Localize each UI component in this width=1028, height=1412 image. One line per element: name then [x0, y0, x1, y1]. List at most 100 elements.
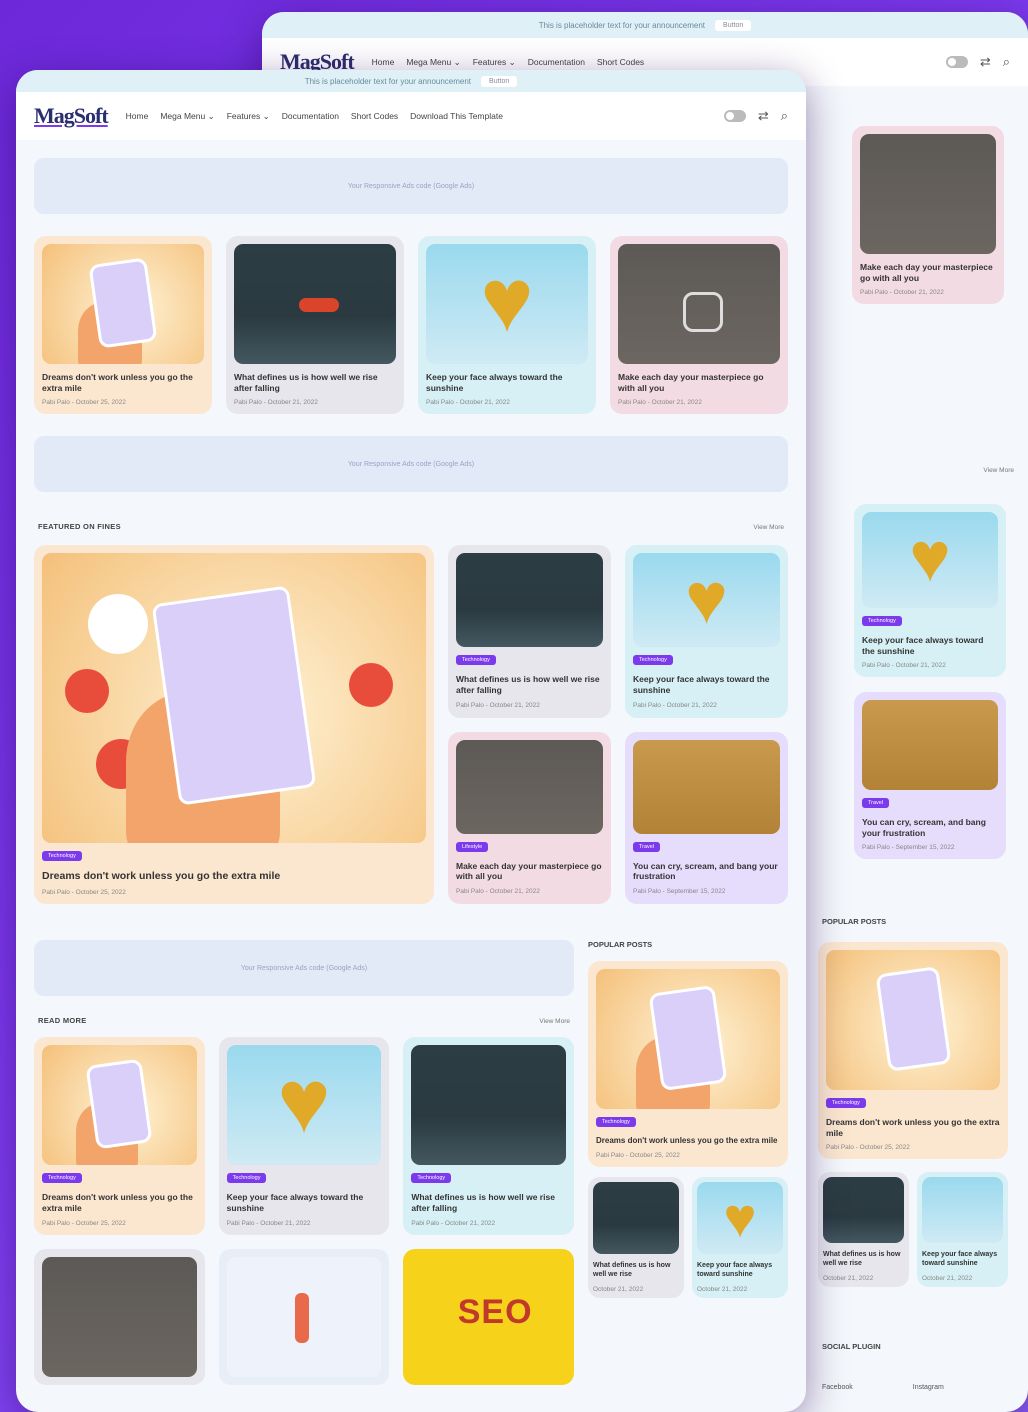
post-card[interactable]: ♥ Technology Keep your face always towar…	[218, 1037, 390, 1235]
post-card[interactable]: Technology What defines us is how well w…	[403, 1037, 574, 1235]
social-links: Facebook Instagram	[822, 1384, 944, 1391]
post-card[interactable]: SEO	[403, 1248, 574, 1385]
nav-features[interactable]: Features ⌄	[227, 111, 270, 122]
post-card[interactable]: What defines us is how well we rise afte…	[226, 236, 404, 415]
popular-mini-card[interactable]: What defines us is how well we rise Octo…	[588, 1177, 684, 1298]
post-card[interactable]: Technology Dreams don't work unless you …	[34, 1037, 205, 1235]
category-badge[interactable]: Technology	[826, 1098, 866, 1108]
category-badge[interactable]: Travel	[633, 841, 661, 852]
popular-mini-list: What defines us is how well we rise Octo…	[588, 1177, 788, 1298]
post-card[interactable]	[218, 1248, 390, 1385]
post-card[interactable]: Make each day your masterpiece go with a…	[852, 126, 1004, 305]
post-title[interactable]: Keep your face always toward the sunshin…	[862, 635, 998, 656]
post-card[interactable]: ♥ Technology Keep your face always towar…	[625, 545, 788, 718]
post-meta: Pabi Palo - October 21, 2022	[456, 888, 540, 896]
post-title[interactable]: Keep your face always toward sunshine	[697, 1262, 783, 1280]
random-icon[interactable]: ⇄	[980, 54, 991, 70]
post-card[interactable]	[34, 1248, 205, 1385]
featured-grid: Technology Dreams don't work unless you …	[34, 545, 788, 905]
post-title[interactable]: What defines us is how well we rise	[823, 1251, 904, 1269]
nav-documentation[interactable]: Documentation	[528, 57, 585, 67]
announcement-button[interactable]: Button	[715, 19, 752, 31]
post-title[interactable]: What defines us is how well we rise	[593, 1262, 679, 1280]
post-meta: Pabi Palo - October 25, 2022	[42, 1219, 126, 1227]
popular-mini-card[interactable]: What defines us is how well we rise Octo…	[818, 1172, 909, 1287]
view-more-link[interactable]: View More	[539, 1018, 570, 1025]
post-title[interactable]: Keep your face always toward the sunshin…	[426, 372, 588, 393]
featured-main-card[interactable]: Technology Dreams don't work unless you …	[34, 545, 434, 905]
category-badge[interactable]: Technology	[862, 616, 902, 626]
nav-download-template[interactable]: Download This Template	[410, 111, 503, 121]
post-title[interactable]: Make each day your masterpiece go with a…	[860, 262, 996, 283]
heart-image-icon: ♥	[685, 558, 728, 639]
nav-short-codes[interactable]: Short Codes	[351, 111, 398, 121]
view-more-link[interactable]: View More	[983, 467, 1014, 474]
post-meta: October 21, 2022	[922, 1274, 973, 1282]
post-title[interactable]: Keep your face always toward the sunshin…	[633, 674, 780, 695]
instagram-link[interactable]: Instagram	[913, 1384, 944, 1391]
post-title[interactable]: Dreams don't work unless you go the extr…	[42, 372, 204, 393]
post-title[interactable]: What defines us is how well we rise afte…	[234, 372, 396, 393]
post-title[interactable]: Dreams don't work unless you go the extr…	[42, 1192, 197, 1213]
category-badge[interactable]: Travel	[862, 798, 890, 808]
popular-post-card[interactable]: Technology Dreams don't work unless you …	[818, 942, 1008, 1160]
post-card[interactable]: ♥ Keep your face always toward the sunsh…	[418, 236, 596, 415]
nav-short-codes[interactable]: Short Codes	[597, 57, 644, 67]
nav-mega-menu[interactable]: Mega Menu ⌄	[160, 111, 214, 122]
post-thumbnail	[42, 553, 426, 844]
random-icon[interactable]: ⇄	[758, 108, 769, 124]
post-card[interactable]: Lifestyle Make each day your masterpiece…	[448, 731, 611, 905]
facebook-link[interactable]: Facebook	[822, 1384, 853, 1391]
popular-posts-heading: POPULAR POSTS	[822, 917, 887, 926]
top-post-grid: Dreams don't work unless you go the extr…	[34, 236, 788, 415]
search-icon[interactable]: ⌕	[781, 108, 788, 124]
nav-documentation[interactable]: Documentation	[282, 111, 339, 121]
view-more-link[interactable]: View More	[753, 524, 784, 531]
runner-image-icon	[298, 298, 339, 312]
announcement-button[interactable]: Button	[481, 75, 518, 87]
nav-mega-menu[interactable]: Mega Menu ⌄	[406, 57, 460, 68]
post-title[interactable]: Keep your face always toward the sunshin…	[227, 1192, 382, 1213]
post-title[interactable]: Dreams don't work unless you go the extr…	[826, 1117, 1000, 1138]
category-badge[interactable]: Technology	[42, 851, 82, 862]
category-badge[interactable]: Technology	[633, 655, 673, 666]
nav-home[interactable]: Home	[126, 111, 149, 121]
post-title[interactable]: Dreams don't work unless you go the extr…	[596, 1136, 780, 1146]
category-badge[interactable]: Technology	[226, 1173, 267, 1184]
search-icon[interactable]: ⌕	[1003, 54, 1010, 70]
nav-home[interactable]: Home	[372, 57, 395, 67]
post-card[interactable]: Travel You can cry, scream, and bang you…	[854, 692, 1006, 860]
site-logo[interactable]: MagSoft	[34, 103, 109, 129]
post-card[interactable]: Travel You can cry, scream, and bang you…	[625, 731, 788, 905]
post-title[interactable]: Make each day your masterpiece go with a…	[456, 861, 603, 882]
popular-mini-card[interactable]: Keep your face always toward sunshine Oc…	[917, 1172, 1008, 1287]
category-badge[interactable]: Technology	[596, 1117, 636, 1128]
post-thumbnail: ♥	[226, 1045, 382, 1166]
post-thumbnail: SEO	[411, 1256, 566, 1377]
dark-mode-toggle[interactable]	[945, 56, 968, 68]
seo-image-icon: SEO	[457, 1292, 533, 1331]
category-badge[interactable]: Technology	[42, 1173, 82, 1184]
post-card[interactable]: Technology What defines us is how well w…	[448, 545, 611, 718]
post-card[interactable]: ♥ Technology Keep your face always towar…	[854, 504, 1006, 678]
category-badge[interactable]: Technology	[456, 655, 496, 666]
category-badge[interactable]: Technology	[411, 1173, 452, 1184]
post-title[interactable]: You can cry, scream, and bang your frust…	[862, 817, 998, 838]
post-title[interactable]: You can cry, scream, and bang your frust…	[633, 861, 780, 882]
post-title[interactable]: Make each day your masterpiece go with a…	[618, 372, 780, 393]
post-thumbnail	[860, 134, 996, 254]
post-title[interactable]: Keep your face always toward sunshine	[922, 1251, 1003, 1269]
dark-mode-toggle[interactable]	[723, 110, 746, 122]
popular-post-card[interactable]: Technology Dreams don't work unless you …	[588, 961, 788, 1168]
like-bubble-icon	[349, 663, 394, 708]
post-thumbnail	[596, 969, 780, 1110]
category-badge[interactable]: Lifestyle	[456, 841, 489, 852]
post-title[interactable]: Dreams don't work unless you go the extr…	[42, 870, 426, 883]
post-card[interactable]: Dreams don't work unless you go the extr…	[34, 236, 212, 415]
popular-mini-card[interactable]: ♥ Keep your face always toward sunshine …	[692, 1177, 788, 1298]
post-card[interactable]: Make each day your masterpiece go with a…	[610, 236, 788, 415]
heart-image-icon: ♥	[723, 1185, 757, 1249]
nav-features[interactable]: Features ⌄	[473, 57, 516, 68]
post-title[interactable]: What defines us is how well we rise afte…	[456, 674, 603, 695]
post-title[interactable]: What defines us is how well we rise afte…	[411, 1192, 566, 1213]
